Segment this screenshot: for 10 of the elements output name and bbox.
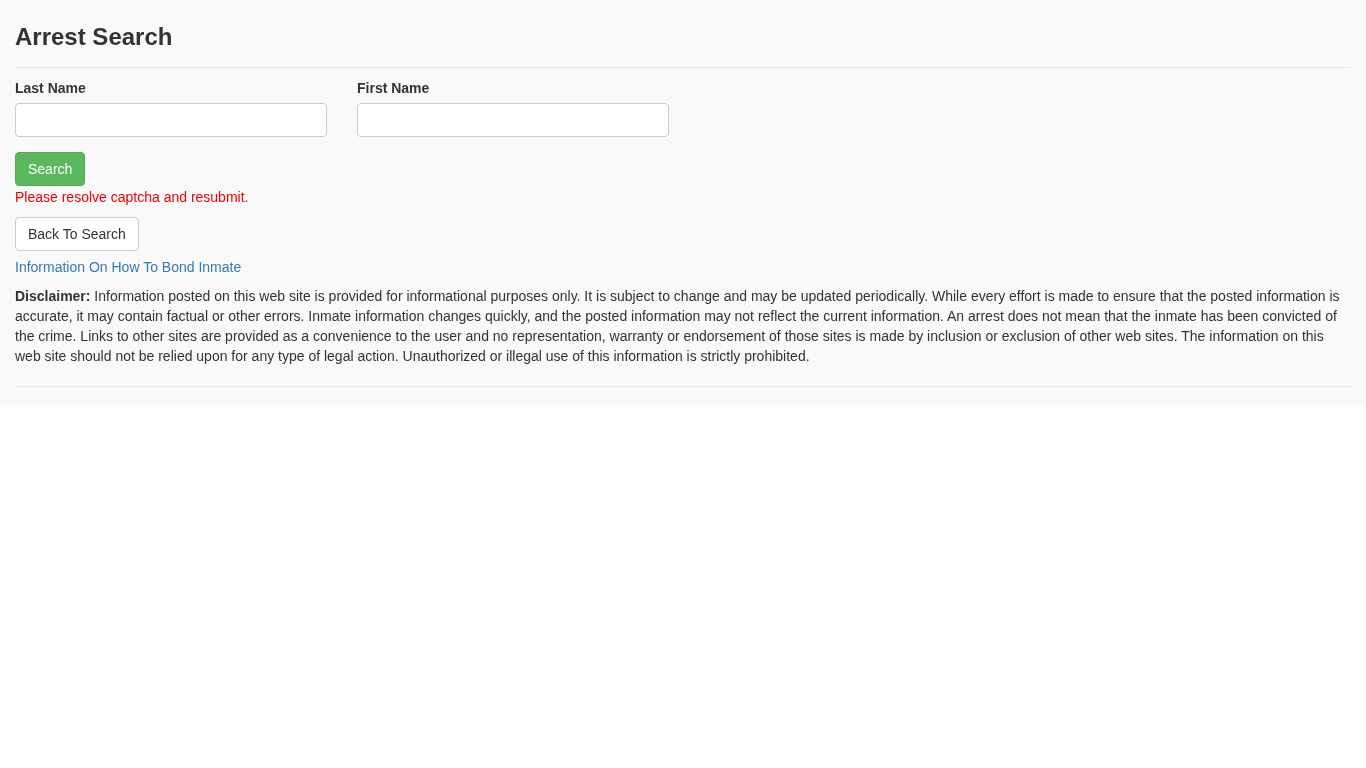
bond-info-link[interactable]: Information On How To Bond Inmate: [15, 259, 242, 275]
field-label: Last Name: [15, 80, 87, 96]
error-message: Please resolve captcha and resubmit.: [15, 188, 249, 206]
search-button[interactable]: Search: [15, 152, 86, 186]
input-field[interactable]: [15, 103, 327, 137]
back-button[interactable]: Back To Search: [15, 217, 139, 251]
disclaimer-text: Disclaimer: Information posted on this web site is provided for informational purposes only. It is subject to change and may be updated periodically. While every effort is made to ensure that the posted information is accurate, it may contain factual or other errors. Inmate information changes quickly, and the posted information may not reflect the current information. An arrest does not mean that the inmate has been convicted of the crime. Links to other sites are provided as a convenience to the user and no representation, warranty or endorsement of those sites is made by inclusion or exclusion of other web sites. The information on this web site should not be relied upon for any type of legal action. Unauthorized or illegal use of this information is strictly prohibited.: [15, 286, 1351, 387]
field-label: First Name: [357, 80, 431, 96]
page-title: Arrest Search: [15, 0, 1351, 68]
input-field[interactable]: [357, 103, 669, 137]
